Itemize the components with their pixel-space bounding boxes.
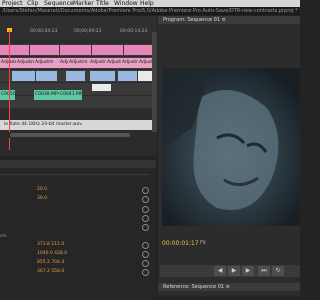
reset-icon[interactable] xyxy=(142,206,149,213)
reset-icon[interactable] xyxy=(142,242,149,249)
reset-icon[interactable] xyxy=(142,260,149,267)
effect-label: ets xyxy=(0,234,7,239)
divider xyxy=(0,174,150,175)
clip-adjustment[interactable]: Adjustm xyxy=(68,58,89,68)
clip[interactable] xyxy=(92,84,111,91)
clip[interactable] xyxy=(66,71,85,81)
reset-icon[interactable] xyxy=(142,187,149,194)
loop-icon[interactable]: ↻ xyxy=(272,266,284,276)
timecode-mark: 00;00;04;23 xyxy=(30,29,58,34)
clip-adjustment[interactable]: Adjustm xyxy=(89,58,106,68)
clip[interactable] xyxy=(138,71,153,81)
timecode-mark: 00;00;09;23 xyxy=(74,29,102,34)
go-to-out-icon[interactable]: ⏭ xyxy=(258,266,270,276)
audio-clip[interactable]: le Rate 44.1KHz 24-bit master.wav xyxy=(0,120,152,130)
clip[interactable] xyxy=(118,71,137,81)
reset-icon[interactable] xyxy=(142,224,149,231)
window-path: /Users/Stefan/Maserati/Documents/Adobe/P… xyxy=(0,7,300,15)
reset-icon[interactable] xyxy=(142,269,149,276)
timeline-vertical-scrollbar[interactable] xyxy=(152,32,157,132)
program-timecode[interactable]: 00:00:01:17 xyxy=(162,240,199,247)
menu-project[interactable]: Project xyxy=(2,0,23,7)
reset-icon[interactable] xyxy=(142,196,149,203)
menu-sequence[interactable]: Sequence xyxy=(44,0,74,7)
clip-adjustment[interactable]: Adjustm xyxy=(34,58,59,68)
timeline-ruler[interactable] xyxy=(0,16,157,40)
effect-value[interactable]: 373.8 111.0 xyxy=(37,242,64,247)
clip-adjustment[interactable]: Adjustm xyxy=(138,58,153,68)
menu-bar: Project Clip Sequence Marker Title Windo… xyxy=(0,0,300,7)
reset-icon[interactable] xyxy=(142,215,149,222)
reset-icon[interactable] xyxy=(142,251,149,258)
clip[interactable] xyxy=(12,71,35,81)
timeline-horizontal-scrollbar[interactable] xyxy=(10,133,130,137)
reference-monitor-tab[interactable]: Reference: Sequence 01 ≡ xyxy=(158,283,300,291)
menu-marker[interactable]: Marker xyxy=(73,0,94,7)
step-back-icon[interactable]: ◀ xyxy=(214,266,226,276)
program-monitor-tab[interactable]: Program: Sequence 01 ≡ xyxy=(158,16,300,24)
clip[interactable] xyxy=(90,71,115,81)
clip-video[interactable]: C0038.MP4 xyxy=(34,90,59,100)
clip[interactable] xyxy=(124,45,153,55)
effect-value[interactable]: 39.0 xyxy=(37,196,47,201)
clip-video[interactable]: C0041.MP4 xyxy=(59,90,82,100)
clip-video[interactable]: C0050.MP4 xyxy=(0,90,15,100)
effect-value[interactable]: 1040.0 428.0 xyxy=(37,251,67,256)
clip-adjustment[interactable]: Adjustm xyxy=(16,58,34,68)
clip-adjustment[interactable]: Adjustm xyxy=(121,58,138,68)
effect-value[interactable]: 367.2 558.0 xyxy=(37,269,64,274)
clip[interactable] xyxy=(36,71,57,81)
effect-controls-panel xyxy=(0,160,156,300)
clip-adjustment[interactable]: Adju xyxy=(59,58,68,68)
menu-clip[interactable]: Clip xyxy=(27,0,38,7)
effect-value[interactable]: 20.0 xyxy=(37,187,47,192)
video-frame xyxy=(162,68,300,226)
clip[interactable] xyxy=(0,45,29,55)
menu-window[interactable]: Window xyxy=(114,0,138,7)
clip-adjustment[interactable]: Adjustm xyxy=(0,58,16,68)
effect-controls-header xyxy=(0,160,156,168)
timecode-mark: 00;00;14;23 xyxy=(120,29,148,34)
video-frame-image xyxy=(162,68,300,226)
menu-title[interactable]: Title xyxy=(96,0,109,7)
clip[interactable] xyxy=(92,45,123,55)
play-icon[interactable]: ▶ xyxy=(228,266,240,276)
clip[interactable] xyxy=(60,45,91,55)
step-forward-icon[interactable]: ▶ xyxy=(242,266,254,276)
effect-value[interactable]: 855.2 704.4 xyxy=(37,260,64,265)
zoom-fit-select[interactable]: Fit xyxy=(200,240,206,246)
clip-adjustment[interactable]: Adjustm xyxy=(106,58,121,68)
menu-help[interactable]: Help xyxy=(140,0,154,7)
clip[interactable] xyxy=(30,45,59,55)
